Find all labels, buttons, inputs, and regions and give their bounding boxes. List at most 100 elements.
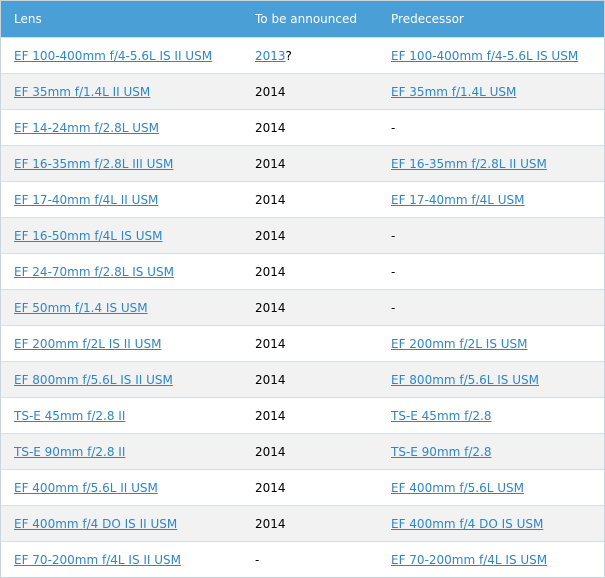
predecessor-cell: EF 16-35mm f/2.8L II USM: [377, 145, 604, 182]
lens-cell: EF 100-400mm f/4-5.6L IS II USM: [1, 37, 241, 74]
lens-link[interactable]: EF 16-50mm f/4L IS USM: [14, 229, 163, 243]
predecessor-value: -: [391, 300, 396, 315]
lens-cell: EF 14-24mm f/2.8L USM: [1, 109, 241, 146]
predecessor-link[interactable]: EF 800mm f/5.6L IS USM: [391, 373, 539, 387]
announced-cell: 2014: [241, 217, 377, 254]
lens-cell: EF 35mm f/1.4L II USM: [1, 73, 241, 110]
announced-cell: 2014: [241, 361, 377, 398]
predecessor-cell: EF 400mm f/5.6L USM: [377, 469, 604, 506]
predecessor-link[interactable]: EF 16-35mm f/2.8L II USM: [391, 157, 547, 171]
table-row: TS-E 90mm f/2.8 II 2014 TS-E 90mm f/2.8: [1, 433, 604, 470]
table-row: EF 400mm f/4 DO IS II USM 2014 EF 400mm f/…: [1, 505, 604, 542]
predecessor-cell: -: [377, 217, 604, 254]
announced-value: 2014: [255, 516, 286, 531]
lens-cell: EF 200mm f/2L IS II USM: [1, 325, 241, 362]
predecessor-link[interactable]: TS-E 45mm f/2.8: [391, 409, 492, 423]
table-row: EF 35mm f/1.4L II USM 2014 EF 35mm f/1.4L …: [1, 73, 604, 110]
lens-table: Lens To be announced Predecessor EF 100-…: [1, 1, 604, 577]
lens-cell: EF 24-70mm f/2.8L IS USM: [1, 253, 241, 290]
predecessor-cell: -: [377, 289, 604, 326]
predecessor-link[interactable]: EF 17-40mm f/4L USM: [391, 193, 525, 207]
lens-cell: TS-E 45mm f/2.8 II: [1, 397, 241, 434]
predecessor-value: -: [391, 228, 396, 243]
lens-link[interactable]: EF 24-70mm f/2.8L IS USM: [14, 265, 174, 279]
announced-year-link[interactable]: 2013: [255, 49, 286, 63]
predecessor-link[interactable]: EF 70-200mm f/4L IS USM: [391, 553, 547, 567]
announced-value: 2014: [255, 228, 286, 243]
table-row: TS-E 45mm f/2.8 II 2014 TS-E 45mm f/2.8: [1, 397, 604, 434]
lens-cell: EF 50mm f/1.4 IS USM: [1, 289, 241, 326]
lens-link[interactable]: EF 14-24mm f/2.8L USM: [14, 121, 159, 135]
predecessor-cell: EF 35mm f/1.4L USM: [377, 73, 604, 110]
lens-link[interactable]: EF 100-400mm f/4-5.6L IS II USM: [14, 49, 212, 63]
announced-value: 2014: [255, 300, 286, 315]
announced-cell: -: [241, 541, 377, 577]
predecessor-link[interactable]: EF 400mm f/5.6L USM: [391, 481, 524, 495]
announced-value: 2014: [255, 372, 286, 387]
header-lens: Lens: [1, 1, 241, 38]
table-body: EF 100-400mm f/4-5.6L IS II USM 2013? EF 1…: [1, 37, 604, 577]
predecessor-cell: EF 800mm f/5.6L IS USM: [377, 361, 604, 398]
lens-cell: TS-E 90mm f/2.8 II: [1, 433, 241, 470]
lens-link[interactable]: EF 800mm f/5.6L IS II USM: [14, 373, 173, 387]
lens-link[interactable]: EF 17-40mm f/4L II USM: [14, 193, 158, 207]
table-header: Lens To be announced Predecessor: [1, 1, 604, 38]
predecessor-cell: EF 100-400mm f/4-5.6L IS USM: [377, 37, 604, 74]
lens-link[interactable]: EF 35mm f/1.4L II USM: [14, 85, 150, 99]
announced-value: 2014: [255, 156, 286, 171]
announced-cell: 2013?: [241, 37, 377, 74]
table-row: EF 16-50mm f/4L IS USM 2014 -: [1, 217, 604, 254]
lens-table-container: Lens To be announced Predecessor EF 100-…: [0, 0, 605, 578]
announced-value: 2014: [255, 408, 286, 423]
lens-cell: EF 400mm f/4 DO IS II USM: [1, 505, 241, 542]
lens-link[interactable]: EF 400mm f/5.6L II USM: [14, 481, 158, 495]
table-row: EF 14-24mm f/2.8L USM 2014 -: [1, 109, 604, 146]
announced-value: 2014: [255, 192, 286, 207]
predecessor-cell: EF 200mm f/2L IS USM: [377, 325, 604, 362]
announced-cell: 2014: [241, 109, 377, 146]
predecessor-link[interactable]: EF 35mm f/1.4L USM: [391, 85, 516, 99]
announced-value: 2014: [255, 84, 286, 99]
predecessor-cell: TS-E 45mm f/2.8: [377, 397, 604, 434]
announced-cell: 2014: [241, 289, 377, 326]
predecessor-value: -: [391, 264, 396, 279]
header-row: Lens To be announced Predecessor: [1, 1, 604, 38]
announced-value: 2014: [255, 336, 286, 351]
announced-cell: 2014: [241, 469, 377, 506]
predecessor-link[interactable]: EF 400mm f/4 DO IS USM: [391, 517, 543, 531]
table-row: EF 800mm f/5.6L IS II USM 2014 EF 800mm f/…: [1, 361, 604, 398]
announced-cell: 2014: [241, 73, 377, 110]
predecessor-link[interactable]: EF 200mm f/2L IS USM: [391, 337, 528, 351]
table-row: EF 70-200mm f/4L IS II USM - EF 70-200mm f…: [1, 541, 604, 577]
lens-link[interactable]: EF 16-35mm f/2.8L III USM: [14, 157, 173, 171]
predecessor-link[interactable]: EF 100-400mm f/4-5.6L IS USM: [391, 49, 578, 63]
announced-value: -: [255, 552, 260, 567]
announced-cell: 2014: [241, 397, 377, 434]
lens-link[interactable]: EF 400mm f/4 DO IS II USM: [14, 517, 177, 531]
lens-cell: EF 16-35mm f/2.8L III USM: [1, 145, 241, 182]
lens-link[interactable]: EF 70-200mm f/4L IS II USM: [14, 553, 181, 567]
lens-link[interactable]: EF 50mm f/1.4 IS USM: [14, 301, 148, 315]
predecessor-value: -: [391, 120, 396, 135]
table-row: EF 400mm f/5.6L II USM 2014 EF 400mm f/5.6…: [1, 469, 604, 506]
lens-cell: EF 800mm f/5.6L IS II USM: [1, 361, 241, 398]
announced-cell: 2014: [241, 181, 377, 218]
predecessor-cell: -: [377, 253, 604, 290]
lens-link[interactable]: TS-E 45mm f/2.8 II: [14, 409, 125, 423]
lens-cell: EF 16-50mm f/4L IS USM: [1, 217, 241, 254]
announced-cell: 2014: [241, 505, 377, 542]
announced-cell: 2014: [241, 433, 377, 470]
announced-cell: 2014: [241, 145, 377, 182]
table-row: EF 16-35mm f/2.8L III USM 2014 EF 16-35mm …: [1, 145, 604, 182]
announced-cell: 2014: [241, 325, 377, 362]
lens-cell: EF 400mm f/5.6L II USM: [1, 469, 241, 506]
lens-link[interactable]: EF 200mm f/2L IS II USM: [14, 337, 161, 351]
predecessor-link[interactable]: TS-E 90mm f/2.8: [391, 445, 492, 459]
predecessor-cell: EF 400mm f/4 DO IS USM: [377, 505, 604, 542]
header-to-be-announced: To be announced: [241, 1, 377, 38]
announced-value: 2014: [255, 120, 286, 135]
predecessor-cell: -: [377, 109, 604, 146]
lens-link[interactable]: TS-E 90mm f/2.8 II: [14, 445, 125, 459]
lens-cell: EF 70-200mm f/4L IS II USM: [1, 541, 241, 577]
header-predecessor: Predecessor: [377, 1, 604, 38]
